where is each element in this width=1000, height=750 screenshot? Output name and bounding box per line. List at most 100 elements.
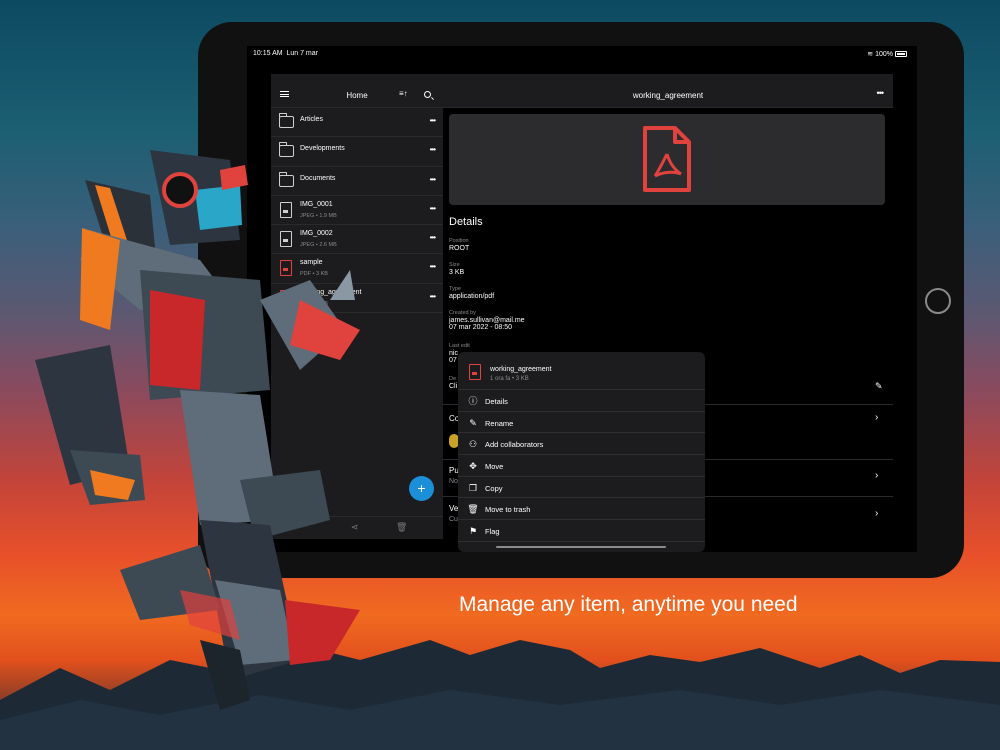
menu-item-label: Copy	[485, 483, 503, 493]
sort-icon[interactable]: ≡↑	[399, 89, 408, 98]
pencil-icon: ✎	[469, 417, 477, 428]
file-row-documents[interactable]: Documents •••	[271, 167, 443, 196]
add-person-icon: ⚇	[468, 439, 478, 450]
detail-label: Last edit	[449, 343, 470, 349]
file-meta: PDF • 3 KB	[300, 271, 328, 278]
more-options-icon[interactable]: •••	[430, 175, 436, 184]
detail-label: De	[449, 376, 457, 382]
chevron-right-icon[interactable]: ›	[875, 508, 878, 519]
browser-title: Home	[346, 91, 368, 100]
pdf-file-icon	[469, 364, 481, 380]
detail-created: Created by james.sullivan@mail.me 07 mar 2…	[449, 310, 525, 331]
status-right: ≋ 100%	[867, 50, 907, 58]
context-menu: working_agreement 1 ora fa • 3 KB ⓘ Detai…	[458, 352, 705, 552]
bottom-toolbar: ⋖ 🗑︎	[271, 516, 443, 539]
detail-value: ROOT	[449, 245, 470, 252]
status-bar: 10:15 AM Lun 7 mar ≋ 100%	[247, 46, 917, 62]
tablet-screen: 10:15 AM Lun 7 mar ≋ 100% Home ≡↑ Articl…	[247, 46, 917, 552]
menu-item-rename[interactable]: ✎ Rename	[458, 412, 705, 434]
file-name: sample	[300, 259, 323, 267]
detail-date: 07 mar 2022 - 08:50	[449, 324, 513, 331]
pdf-document-icon	[643, 126, 691, 192]
add-button[interactable]: +	[409, 476, 434, 501]
flag-icon: ⚑	[468, 526, 478, 537]
detail-position: Position ROOT	[449, 238, 469, 252]
file-name: Developments	[300, 145, 345, 153]
file-row-working-agreement[interactable]: working_agreement PDF • 3 KB •••	[271, 284, 443, 314]
detail-label: Position	[449, 238, 469, 244]
detail-description: De Cli	[449, 376, 457, 390]
more-options-icon[interactable]: •••	[430, 262, 436, 271]
detail-value: application/pdf	[449, 293, 495, 300]
pdf-file-icon	[280, 260, 292, 277]
menu-item-label: Flag	[485, 527, 500, 537]
menu-item-label: Move	[485, 462, 504, 472]
file-preview	[449, 114, 885, 205]
more-options-icon[interactable]: •••	[430, 292, 436, 301]
tagline: Manage any item, anytime you need	[459, 593, 798, 616]
menu-item-move[interactable]: ✥ Move	[458, 455, 705, 477]
chevron-right-icon[interactable]: ›	[875, 412, 878, 423]
menu-item-label: Rename	[485, 418, 514, 428]
context-menu-header: working_agreement 1 ora fa • 3 KB	[458, 352, 705, 390]
detail-value: 3 KB	[449, 269, 465, 276]
more-options-icon[interactable]: •••	[430, 145, 436, 154]
chevron-right-icon[interactable]: ›	[875, 470, 878, 481]
versions-value: Cu	[449, 516, 458, 523]
pdf-file-icon	[280, 289, 292, 306]
detail-nav-bar: working_agreement •••	[443, 74, 893, 108]
status-date: Lun 7 mar	[286, 50, 318, 57]
menu-item-details[interactable]: ⓘ Details	[458, 390, 705, 412]
versions-label: Ve	[449, 504, 459, 513]
battery-icon	[895, 51, 907, 58]
file-browser-panel: Home ≡↑ Articles ••• Developments ••• Do…	[271, 74, 443, 539]
trash-icon: 🗑︎	[467, 504, 479, 515]
file-name: Documents	[300, 174, 336, 182]
detail-label: Size	[449, 262, 460, 268]
folder-icon	[279, 142, 294, 158]
trash-icon[interactable]: 🗑︎	[396, 522, 407, 533]
more-options-icon[interactable]: •••	[877, 88, 885, 98]
menu-item-label: Move to trash	[485, 505, 531, 515]
more-options-icon[interactable]: •••	[430, 233, 436, 242]
file-row-articles[interactable]: Articles •••	[271, 108, 443, 138]
file-name: working_agreement	[300, 288, 362, 296]
copy-icon: ❐	[468, 482, 478, 493]
file-row-img-0001[interactable]: IMG_0001 JPEG • 1.9 MB •••	[271, 196, 443, 226]
menu-item-move-to-trash[interactable]: 🗑︎ Move to trash	[458, 498, 705, 521]
move-arrows-icon: ✥	[469, 461, 477, 472]
file-meta: PDF • 3 KB	[300, 300, 328, 307]
detail-type: Type application/pdf	[449, 286, 494, 300]
browser-nav-bar: Home ≡↑	[271, 74, 443, 108]
detail-title: working_agreement	[632, 91, 704, 100]
detail-date: 07	[449, 357, 457, 364]
info-icon: ⓘ	[468, 396, 478, 406]
status-time: 10:15 AM Lun 7 mar	[253, 50, 318, 57]
image-file-icon	[280, 201, 292, 218]
menu-item-label: Details	[485, 397, 508, 406]
file-row-sample[interactable]: sample PDF • 3 KB •••	[271, 254, 443, 284]
edit-icon[interactable]: ✎	[875, 381, 883, 392]
more-options-icon[interactable]: •••	[430, 204, 436, 213]
file-meta: JPEG • 2.6 MB	[300, 242, 337, 249]
menu-item-add-collaborators[interactable]: ⚇ Add collaborators	[458, 433, 705, 456]
menu-item-flag[interactable]: ⚑ Flag	[458, 520, 705, 542]
file-row-img-0002[interactable]: IMG_0002 JPEG • 2.6 MB •••	[271, 225, 443, 255]
folder-icon	[279, 171, 294, 187]
file-row-developments[interactable]: Developments •••	[271, 137, 443, 167]
share-icon[interactable]: ⋖	[351, 522, 359, 533]
file-list: Articles ••• Developments ••• Documents …	[271, 108, 443, 314]
file-name: IMG_0001	[300, 200, 333, 208]
detail-size: Size 3 KB	[449, 262, 464, 276]
file-name: Articles	[300, 116, 323, 123]
menu-file-name: working_agreement	[490, 366, 552, 373]
menu-scrollbar[interactable]	[496, 546, 666, 548]
file-meta: JPEG • 1.9 MB	[300, 212, 337, 219]
more-options-icon[interactable]: •••	[430, 116, 436, 125]
menu-file-meta: 1 ora fa • 3 KB	[490, 376, 529, 382]
detail-label: Type	[449, 286, 461, 292]
menu-item-copy[interactable]: ❐ Copy	[458, 477, 705, 499]
detail-value: james.sullivan@mail.me	[449, 317, 525, 324]
wifi-icon: ≋	[867, 51, 874, 58]
search-icon[interactable]	[424, 91, 431, 98]
